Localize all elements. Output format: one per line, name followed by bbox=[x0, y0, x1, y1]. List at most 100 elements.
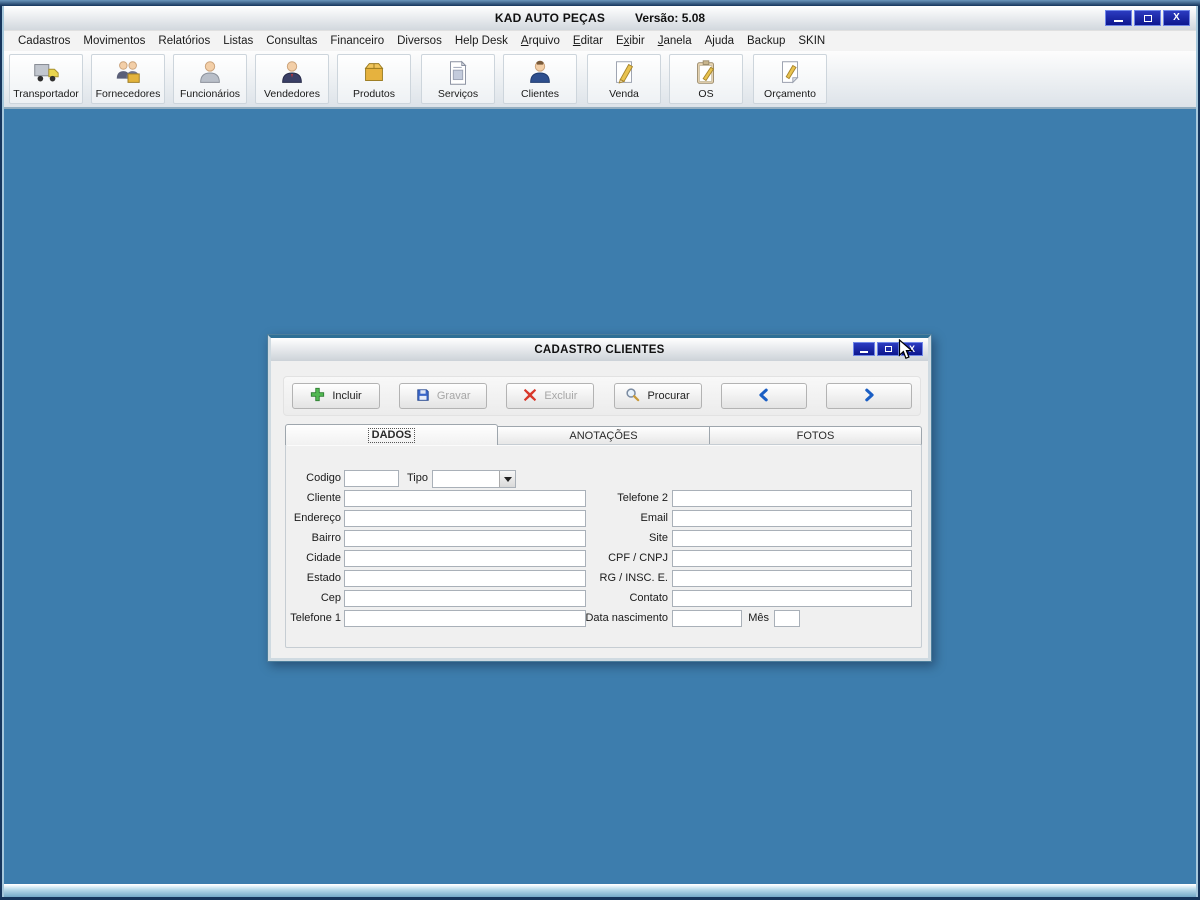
procurar-button[interactable]: Procurar bbox=[613, 383, 702, 409]
note-pencil-icon bbox=[774, 57, 806, 89]
form-row: Telefone 2 bbox=[271, 490, 931, 507]
toolbar-label: Fornecedores bbox=[95, 88, 161, 100]
mes-label: Mês bbox=[748, 612, 769, 624]
previous-record-button[interactable] bbox=[720, 383, 807, 409]
app-version: Versão: 5.08 bbox=[635, 11, 706, 25]
toolbar-button-clientes[interactable]: Clientes bbox=[503, 54, 577, 104]
gravar-button[interactable]: Gravar bbox=[399, 383, 488, 409]
dialog-minimize-button[interactable] bbox=[853, 342, 875, 356]
menu-item-ajuda[interactable]: Ajuda bbox=[705, 35, 734, 47]
incluir-button[interactable]: Incluir bbox=[292, 383, 380, 409]
menu-item-movimentos[interactable]: Movimentos bbox=[83, 35, 145, 47]
employee-icon bbox=[194, 57, 226, 89]
data-nascimento-input[interactable] bbox=[672, 610, 742, 627]
rg-insc-input[interactable] bbox=[672, 570, 912, 587]
tab-anotacoes[interactable]: ANOTAÇÕES bbox=[498, 426, 710, 445]
maximize-icon bbox=[1143, 14, 1152, 22]
toolbar-button-servicos[interactable]: Serviços bbox=[421, 54, 495, 104]
toolbar-button-os[interactable]: OS bbox=[669, 54, 743, 104]
toolbar-label: Produtos bbox=[352, 88, 396, 100]
toolbar-label: Venda bbox=[609, 88, 639, 100]
tab-fotos[interactable]: FOTOS bbox=[710, 426, 922, 445]
toolbar-label: Transportador bbox=[13, 88, 79, 100]
toolbar-label: Clientes bbox=[521, 88, 559, 100]
site-input[interactable] bbox=[672, 530, 912, 547]
telefone2-label: Telefone 2 bbox=[617, 492, 668, 504]
cpf-cnpj-input[interactable] bbox=[672, 550, 912, 567]
codigo-label: Codigo bbox=[306, 472, 341, 484]
excluir-button[interactable]: Excluir bbox=[506, 383, 595, 409]
menu-item-diversos[interactable]: Diversos bbox=[397, 35, 442, 47]
toolbar-button-transportador[interactable]: Transportador bbox=[9, 54, 83, 104]
cadastro-clientes-dialog: CADASTRO CLIENTES X Incluir Gravar Exclu… bbox=[267, 334, 932, 662]
form-row: RG / INSC. E. bbox=[271, 570, 931, 587]
client-icon bbox=[524, 57, 556, 89]
toolbar-label: Orçamento bbox=[764, 88, 816, 100]
tab-dados[interactable]: DADOS bbox=[285, 424, 498, 445]
menubar: Cadastros Movimentos Relatórios Listas C… bbox=[4, 30, 1196, 51]
menu-item-backup[interactable]: Backup bbox=[747, 35, 785, 47]
toolbar: Transportador Fornecedores Funcionários … bbox=[4, 51, 1196, 109]
email-label: Email bbox=[640, 512, 668, 524]
menu-item-arquivo[interactable]: Arquivo bbox=[521, 35, 560, 47]
delete-x-icon bbox=[523, 388, 537, 405]
toolbar-button-venda[interactable]: Venda bbox=[587, 54, 661, 104]
minimize-icon bbox=[1114, 20, 1123, 22]
tipo-label: Tipo bbox=[407, 472, 428, 484]
menu-item-skin[interactable]: SKIN bbox=[798, 35, 825, 47]
dialog-action-bar: Incluir Gravar Excluir Procurar bbox=[283, 376, 921, 416]
maximize-button[interactable] bbox=[1134, 10, 1161, 26]
next-record-button[interactable] bbox=[825, 383, 912, 409]
menu-item-consultas[interactable]: Consultas bbox=[266, 35, 317, 47]
truck-icon bbox=[30, 57, 62, 89]
toolbar-button-vendedores[interactable]: Vendedores bbox=[255, 54, 329, 104]
document-icon bbox=[442, 57, 474, 89]
contato-input[interactable] bbox=[672, 590, 912, 607]
maximize-icon bbox=[884, 346, 892, 352]
toolbar-label: Vendedores bbox=[263, 88, 321, 100]
app-title: KAD AUTO PEÇAS bbox=[494, 11, 606, 25]
telefone2-input[interactable] bbox=[672, 490, 912, 507]
dropdown-arrow-icon[interactable] bbox=[499, 471, 515, 487]
minimize-button[interactable] bbox=[1105, 10, 1132, 26]
form-row: Codigo Tipo bbox=[271, 470, 931, 488]
menu-item-help-desk[interactable]: Help Desk bbox=[455, 35, 508, 47]
next-arrow-icon bbox=[861, 387, 877, 406]
prev-arrow-icon bbox=[756, 387, 772, 406]
mouse-cursor bbox=[898, 338, 914, 366]
toolbar-button-funcionarios[interactable]: Funcionários bbox=[173, 54, 247, 104]
rg-insc-label: RG / INSC. E. bbox=[599, 572, 668, 584]
titlebar[interactable]: KAD AUTO PEÇAS Versão: 5.08 X bbox=[4, 6, 1196, 30]
toolbar-button-produtos[interactable]: Produtos bbox=[337, 54, 411, 104]
mes-input[interactable] bbox=[774, 610, 800, 627]
dialog-maximize-button[interactable] bbox=[877, 342, 899, 356]
form-row: CPF / CNPJ bbox=[271, 550, 931, 567]
application-window: KAD AUTO PEÇAS Versão: 5.08 X Cadastros … bbox=[0, 0, 1200, 900]
menu-item-editar[interactable]: Editar bbox=[573, 35, 603, 47]
contato-label: Contato bbox=[629, 592, 668, 604]
menu-item-exibir[interactable]: Exibir bbox=[616, 35, 645, 47]
menu-item-janela[interactable]: Janela bbox=[658, 35, 692, 47]
close-button[interactable]: X bbox=[1163, 10, 1190, 26]
menu-item-relatorios[interactable]: Relatórios bbox=[158, 35, 210, 47]
toolbar-label: Funcionários bbox=[179, 88, 241, 100]
search-icon bbox=[625, 387, 640, 405]
dialog-titlebar[interactable]: CADASTRO CLIENTES X bbox=[271, 338, 928, 361]
site-label: Site bbox=[649, 532, 668, 544]
window-controls: X bbox=[1105, 10, 1190, 26]
menu-item-cadastros[interactable]: Cadastros bbox=[18, 35, 70, 47]
toolbar-button-fornecedores[interactable]: Fornecedores bbox=[91, 54, 165, 104]
tipo-select[interactable] bbox=[432, 470, 516, 488]
close-icon: X bbox=[1173, 12, 1180, 23]
dialog-frame: CADASTRO CLIENTES X Incluir Gravar Exclu… bbox=[268, 335, 931, 661]
plus-icon bbox=[310, 387, 325, 405]
email-input[interactable] bbox=[672, 510, 912, 527]
toolbar-button-orcamento[interactable]: Orçamento bbox=[753, 54, 827, 104]
codigo-input[interactable] bbox=[344, 470, 399, 487]
form-row: Data nascimento Mês bbox=[271, 610, 931, 627]
menu-item-listas[interactable]: Listas bbox=[223, 35, 253, 47]
box-icon bbox=[358, 57, 390, 89]
menu-item-financeiro[interactable]: Financeiro bbox=[330, 35, 384, 47]
save-icon bbox=[416, 388, 430, 405]
form-row: Contato bbox=[271, 590, 931, 607]
